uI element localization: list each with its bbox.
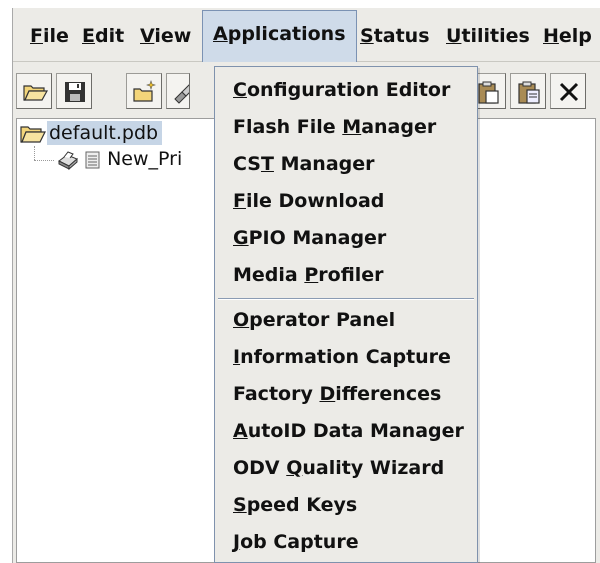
item-mnemonic: C (233, 79, 247, 101)
menu-view[interactable]: View (131, 18, 200, 54)
delete-button[interactable] (550, 73, 586, 109)
tree-node-printer[interactable]: New_Pri (57, 147, 182, 171)
menu-mnemonic: F (30, 25, 43, 47)
menu-item-operator-panel[interactable]: Operator Panel (233, 304, 395, 336)
open-folder-icon (23, 85, 48, 101)
applications-dropdown: Configuration Editor Flash File Manager … (214, 66, 478, 563)
item-mnemonic: F (233, 190, 246, 212)
menu-mnemonic: S (360, 25, 374, 47)
menu-item-configuration-editor[interactable]: Configuration Editor (233, 74, 450, 106)
menu-item-media-profiler[interactable]: Media Profiler (233, 259, 384, 291)
item-mnemonic: Q (286, 457, 303, 479)
item-mnemonic: A (233, 420, 248, 442)
paste-icon (518, 81, 540, 104)
item-label-post: utoID Data Manager (247, 420, 464, 442)
open-button[interactable] (16, 73, 52, 109)
item-label-pre: CS (233, 153, 261, 175)
item-label-post: anager (361, 116, 437, 138)
menu-item-factory-differences[interactable]: Factory Differences (233, 378, 441, 410)
item-label-pre: Media (233, 264, 305, 286)
item-label-post: PIO Manager (248, 227, 387, 249)
item-label-post: ob Capture (240, 531, 359, 553)
item-mnemonic: T (260, 153, 274, 175)
menu-mnemonic: E (82, 25, 95, 47)
application-window: File Edit View Applications Status Utili… (12, 8, 600, 563)
menu-item-gpio-manager[interactable]: GPIO Manager (233, 222, 386, 254)
item-label-post: peed Keys (246, 494, 358, 516)
item-label-pre: ODV (233, 457, 287, 479)
menu-item-information-capture[interactable]: Information Capture (233, 341, 451, 373)
document-lines-icon (85, 151, 100, 168)
tree-node-root[interactable]: default.pdb (20, 121, 163, 145)
item-label-post: ifferences (335, 383, 442, 405)
menu-label-post: ile (42, 25, 69, 47)
new-item-button[interactable] (126, 73, 162, 109)
item-label-post: perator Panel (249, 309, 396, 331)
menu-label-post: iew (154, 25, 192, 47)
item-mnemonic: S (233, 494, 247, 516)
item-label-post: ile Download (245, 190, 385, 212)
delete-icon (559, 82, 579, 102)
tree-connector (34, 146, 35, 160)
tool-icon (174, 84, 189, 104)
menu-item-job-capture[interactable]: Job Capture (233, 526, 359, 558)
save-button[interactable] (56, 73, 92, 109)
menu-bar: File Edit View Applications Status Utili… (13, 8, 600, 62)
item-mnemonic: M (342, 116, 362, 138)
menu-label-post: tilities (461, 25, 530, 47)
item-label-post: nformation Capture (240, 346, 451, 368)
menu-mnemonic: U (446, 25, 462, 47)
item-mnemonic: G (233, 227, 249, 249)
menu-applications[interactable]: Applications (202, 10, 357, 62)
item-mnemonic: O (233, 309, 250, 331)
menu-status[interactable]: Status (351, 18, 439, 54)
tree-node-label: New_Pri (107, 148, 183, 170)
new-item-icon (133, 80, 156, 102)
tool-button[interactable] (166, 73, 190, 109)
tree-node-label: default.pdb (47, 121, 163, 145)
paste-button[interactable] (510, 73, 546, 109)
menu-mnemonic: A (213, 23, 228, 45)
menu-mnemonic: H (543, 25, 559, 47)
menu-label-post: elp (558, 25, 592, 47)
item-label-post: Manager (273, 153, 375, 175)
menu-item-file-download[interactable]: File Download (233, 185, 384, 217)
item-label-post: onfiguration Editor (246, 79, 451, 101)
menu-edit[interactable]: Edit (73, 18, 133, 54)
menu-utilities[interactable]: Utilities (437, 18, 539, 54)
menu-label-post: pplications (227, 23, 346, 45)
menu-item-speed-keys[interactable]: Speed Keys (233, 489, 357, 521)
item-label-post: uality Wizard (302, 457, 445, 479)
printer-icon (58, 150, 78, 170)
menu-item-odv-quality-wizard[interactable]: ODV Quality Wizard (233, 452, 444, 484)
item-label-post: rofiler (318, 264, 384, 286)
save-icon (65, 82, 85, 102)
menu-item-autoid-data-manager[interactable]: AutoID Data Manager (233, 415, 464, 447)
tree-connector (34, 160, 54, 161)
menu-mnemonic: V (140, 25, 155, 47)
item-label-pre: Factory (233, 383, 320, 405)
menu-label-post: tatus (373, 25, 430, 47)
menu-label-post: dit (94, 25, 125, 47)
open-folder-icon (20, 125, 46, 143)
item-mnemonic: D (319, 383, 336, 405)
menu-help[interactable]: Help (534, 18, 600, 54)
menu-item-flash-file-manager[interactable]: Flash File Manager (233, 111, 436, 143)
item-mnemonic: P (304, 264, 319, 286)
menu-file[interactable]: File (21, 18, 78, 54)
copy-icon (478, 81, 499, 104)
menu-item-cst-manager[interactable]: CST Manager (233, 148, 375, 180)
menu-separator (218, 298, 474, 300)
item-label-pre: Flash File (233, 116, 343, 138)
